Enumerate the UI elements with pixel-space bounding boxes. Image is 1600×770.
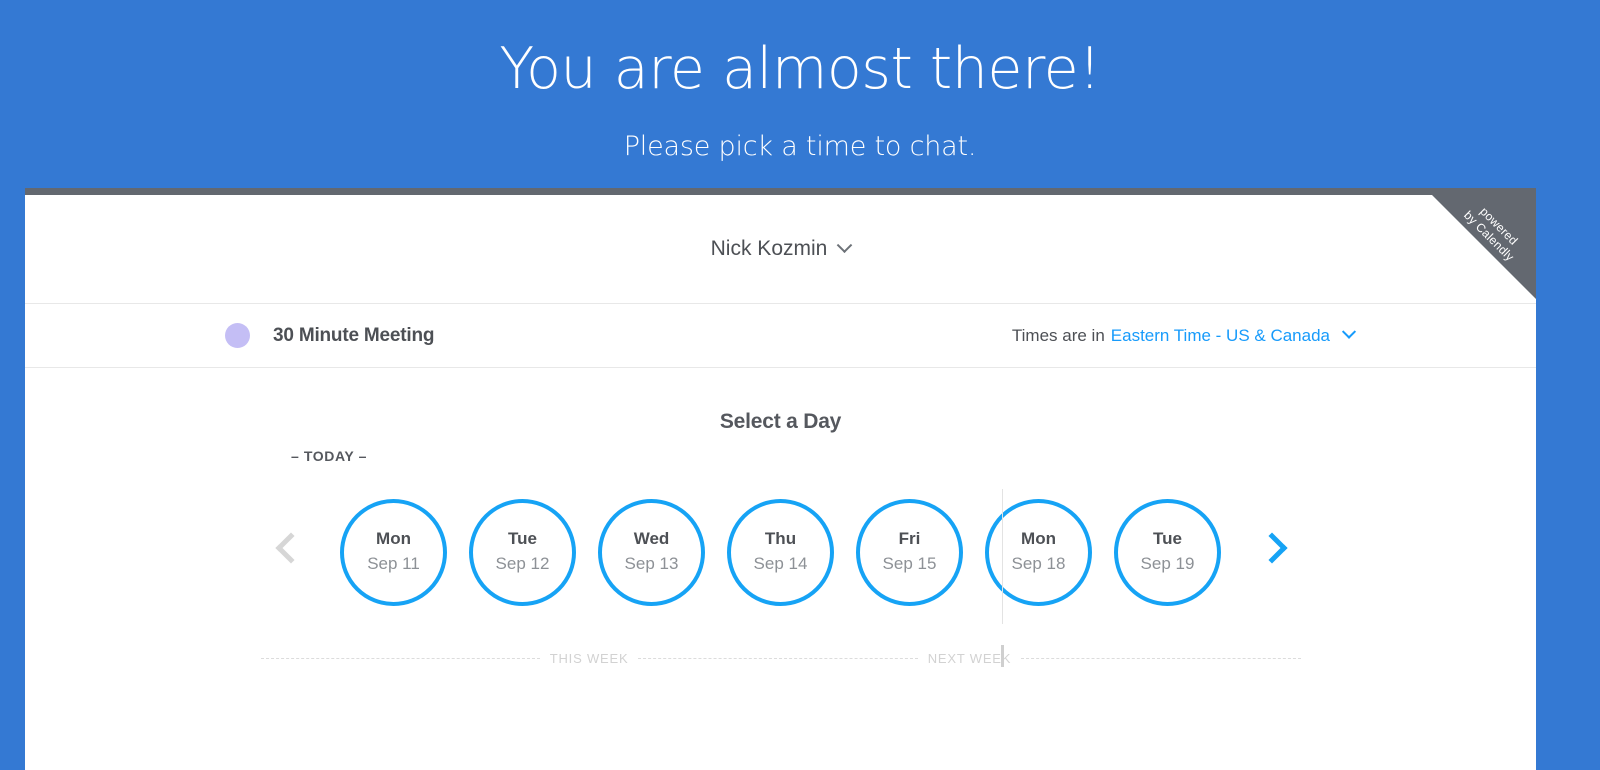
day-weekday: Mon xyxy=(1021,529,1056,549)
today-label: – TODAY – xyxy=(291,448,367,464)
calendly-widget: powered by Calendly Nick Kozmin 30 Minut… xyxy=(25,188,1536,770)
chevron-down-icon xyxy=(1341,324,1357,339)
day-weekday: Thu xyxy=(764,529,797,549)
day-date: Sep 13 xyxy=(624,553,679,573)
rail-dash-left xyxy=(260,657,540,659)
day-option-mon-sep-11[interactable]: Mon Sep 11 xyxy=(340,498,447,606)
days-strip: Mon Sep 11 Tue Sep 12 Wed Sep 13 Thu Sep… xyxy=(25,477,1536,627)
day-weekday: Tue xyxy=(1153,529,1182,549)
week-divider xyxy=(1002,489,1003,624)
timezone-selector[interactable]: Times are in Eastern Time - US & Canada xyxy=(1011,324,1357,346)
meeting-title: 30 Minute Meeting xyxy=(273,324,435,346)
next-week-label: NEXT WEEK xyxy=(927,650,1012,666)
day-date: Sep 15 xyxy=(882,553,937,573)
page-title: You are almost there! xyxy=(499,36,1101,102)
chevron-down-icon xyxy=(837,236,853,253)
powered-by-calendly-ribbon[interactable]: powered by Calendly xyxy=(1432,195,1536,299)
owner-name: Nick Kozmin xyxy=(710,237,828,260)
this-week-label: THIS WEEK xyxy=(549,650,629,666)
meeting-info-row: 30 Minute Meeting Times are in Eastern T… xyxy=(25,304,1536,368)
select-a-day-heading: Select a Day xyxy=(719,410,842,433)
chevron-right-icon xyxy=(1256,532,1288,564)
day-date: Sep 18 xyxy=(1011,553,1066,573)
event-type-color-dot-icon xyxy=(225,323,250,348)
day-date: Sep 19 xyxy=(1140,553,1195,573)
day-option-fri-sep-15[interactable]: Fri Sep 15 xyxy=(856,498,963,606)
hero-banner: You are almost there! Please pick a time… xyxy=(0,0,1600,162)
day-weekday: Mon xyxy=(376,529,411,549)
timezone-prefix: Times are in xyxy=(1011,325,1105,345)
day-option-tue-sep-19[interactable]: Tue Sep 19 xyxy=(1114,498,1221,606)
day-option-tue-sep-12[interactable]: Tue Sep 12 xyxy=(469,498,576,606)
week-boundary-tick xyxy=(1000,645,1004,667)
day-weekday: Fri xyxy=(898,529,921,549)
day-weekday: Tue xyxy=(508,529,537,549)
owner-row: Nick Kozmin xyxy=(25,195,1536,304)
day-date: Sep 12 xyxy=(495,553,550,573)
day-date: Sep 14 xyxy=(753,553,808,573)
day-option-wed-sep-13[interactable]: Wed Sep 13 xyxy=(598,498,705,606)
next-week-button[interactable] xyxy=(1253,529,1289,575)
rail-dash-right xyxy=(1021,657,1301,659)
day-weekday: Wed xyxy=(633,529,670,549)
owner-dropdown[interactable]: Nick Kozmin xyxy=(710,236,853,261)
page-subtitle: Please pick a time to chat. xyxy=(623,130,977,162)
day-picker: Select a Day – TODAY – Mon Sep 11 Tue Se… xyxy=(25,368,1536,667)
week-rail: THIS WEEK NEXT WEEK xyxy=(260,645,1301,667)
rail-dash-middle xyxy=(638,657,918,659)
widget-top-bar xyxy=(25,188,1536,195)
prev-week-button[interactable] xyxy=(272,529,308,575)
day-option-thu-sep-14[interactable]: Thu Sep 14 xyxy=(727,498,834,606)
meeting-type: 30 Minute Meeting xyxy=(225,323,434,348)
chevron-left-icon xyxy=(275,532,307,564)
day-date: Sep 11 xyxy=(367,553,420,573)
timezone-value-link[interactable]: Eastern Time - US & Canada xyxy=(1111,326,1330,346)
